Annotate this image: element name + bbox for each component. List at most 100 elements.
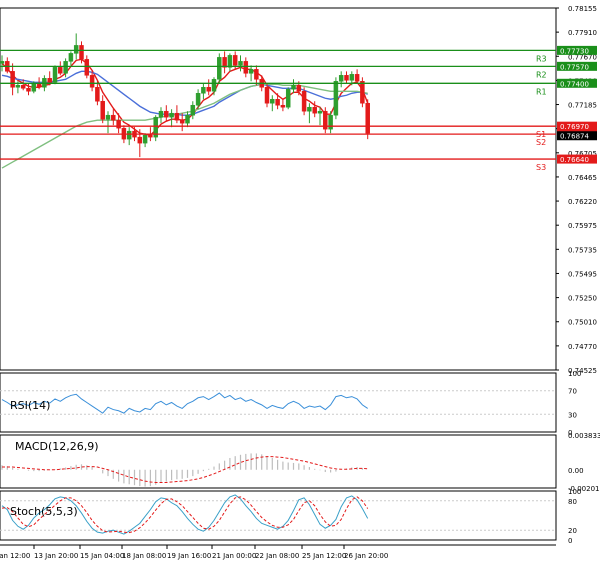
x-tick-label: 25 Jan 12:00 bbox=[302, 552, 346, 560]
level-name-r2: R2 bbox=[536, 70, 547, 79]
rsi-tick-label: 30 bbox=[568, 411, 577, 419]
candle-bull bbox=[15, 85, 21, 88]
candle-bull bbox=[201, 87, 206, 94]
candle-bull bbox=[105, 114, 111, 120]
level-price-label: 0.77570 bbox=[560, 63, 589, 71]
candle-bull bbox=[0, 61, 5, 64]
candle-bull bbox=[195, 93, 201, 106]
candle-bear bbox=[95, 87, 100, 102]
current-price-label: 0.76874 bbox=[560, 133, 589, 141]
trading-chart: 0.781550.779100.776700.774200.771850.769… bbox=[0, 0, 600, 569]
level-name-s2: S2 bbox=[536, 138, 546, 147]
panel-frame-price bbox=[0, 7, 557, 371]
y-tick-label: 0.74770 bbox=[568, 343, 597, 351]
level-price-label: 0.77730 bbox=[560, 47, 589, 55]
candle-bull bbox=[211, 79, 217, 92]
candle-bear bbox=[164, 110, 169, 118]
candle-bear bbox=[280, 104, 286, 108]
y-tick-label: 0.76465 bbox=[568, 174, 597, 182]
panel-frame-rsi bbox=[0, 372, 557, 433]
candle-bull bbox=[307, 106, 312, 112]
candle-bear bbox=[264, 87, 270, 104]
rsi-tick-label: 70 bbox=[568, 388, 577, 396]
candle-bull bbox=[185, 114, 190, 124]
candle-bear bbox=[232, 55, 238, 66]
level-price-label: 0.77400 bbox=[560, 80, 589, 88]
y-tick-label: 0.77910 bbox=[568, 29, 597, 37]
y-tick-label: 0.78155 bbox=[568, 5, 597, 13]
stoch-tick-label: 100 bbox=[568, 488, 581, 496]
candle-bull bbox=[68, 53, 74, 62]
macd-tick-label: 0.00 bbox=[568, 467, 584, 475]
y-tick-label: 0.75250 bbox=[568, 295, 597, 303]
x-tick-label: 26 Jan 20:00 bbox=[344, 552, 388, 560]
candle-bear bbox=[111, 114, 116, 121]
candle-bear bbox=[10, 71, 15, 88]
x-tick-label: 19 Jan 16:00 bbox=[167, 552, 211, 560]
candle-bull bbox=[285, 89, 291, 108]
candle-bear bbox=[58, 67, 63, 74]
candle-bear bbox=[179, 119, 185, 124]
candle-bear bbox=[26, 88, 31, 92]
stoch-tick-label: 20 bbox=[568, 527, 577, 535]
candle-bull bbox=[317, 110, 323, 114]
candle-bear bbox=[312, 106, 317, 114]
candle-bull bbox=[248, 69, 254, 74]
candle-bull bbox=[63, 61, 68, 74]
candle-bear bbox=[254, 69, 259, 80]
candle-bull bbox=[169, 112, 174, 118]
candle-bull bbox=[31, 83, 37, 92]
candle-bull bbox=[328, 114, 333, 130]
candle-bull bbox=[158, 110, 164, 118]
candle-bear bbox=[243, 61, 249, 74]
x-tick-label: 22 Jan 08:00 bbox=[255, 552, 299, 560]
candle-bull bbox=[190, 104, 196, 116]
candle-bear bbox=[354, 74, 360, 82]
candle-bear bbox=[148, 134, 153, 138]
candle-bear bbox=[275, 98, 280, 106]
stoch-tick-label: 80 bbox=[568, 498, 577, 506]
chart-canvas: 0.781550.779100.776700.774200.771850.769… bbox=[0, 5, 600, 560]
candle-bull bbox=[238, 61, 243, 66]
candle-bull bbox=[227, 55, 233, 68]
candle-bull bbox=[291, 85, 296, 90]
candle-bear bbox=[206, 87, 211, 92]
candle-bull bbox=[126, 130, 132, 140]
x-tick-label: 15 Jan 04:00 bbox=[80, 552, 124, 560]
candle-bear bbox=[137, 136, 143, 144]
y-tick-label: 0.76220 bbox=[568, 198, 597, 206]
candle-bear bbox=[344, 75, 349, 81]
candle-bull bbox=[73, 45, 79, 54]
x-tick-label: 18 Jan 08:00 bbox=[122, 552, 166, 560]
candle-bear bbox=[360, 81, 365, 104]
candle-bull bbox=[217, 57, 222, 80]
level-name-r3: R3 bbox=[536, 54, 547, 63]
level-name-s3: S3 bbox=[536, 163, 546, 172]
x-tick-label: 21 Jan 00:00 bbox=[212, 552, 256, 560]
candle-bull bbox=[338, 75, 344, 82]
candle-bull bbox=[333, 81, 339, 116]
candle-bear bbox=[79, 45, 84, 60]
y-tick-label: 0.75735 bbox=[568, 246, 597, 254]
rsi-title: RSI(14) bbox=[10, 399, 50, 412]
candle-bear bbox=[84, 59, 90, 76]
x-tick-label: 13 Jan 12:00 bbox=[0, 552, 30, 560]
stoch-tick-label: 0 bbox=[568, 537, 572, 545]
macd-title: MACD(12,26,9) bbox=[15, 440, 99, 453]
candle-bear bbox=[89, 75, 95, 88]
candle-bear bbox=[301, 91, 307, 112]
candle-bull bbox=[270, 98, 275, 104]
candle-bear bbox=[47, 78, 52, 83]
candle-bear bbox=[365, 102, 370, 134]
x-tick-label: 13 Jan 20:00 bbox=[34, 552, 78, 560]
macd-tick-label: 0.003833 bbox=[568, 432, 600, 440]
stoch-title: Stoch(5,5,3) bbox=[10, 505, 78, 518]
y-tick-label: 0.77185 bbox=[568, 102, 597, 110]
level-name-r1: R1 bbox=[536, 87, 547, 96]
candle-bear bbox=[116, 119, 121, 129]
candle-bear bbox=[174, 112, 180, 121]
candle-bear bbox=[20, 85, 26, 89]
level-price-label: 0.76640 bbox=[560, 156, 589, 164]
candle-bear bbox=[100, 100, 105, 120]
y-tick-label: 0.75495 bbox=[568, 270, 597, 278]
